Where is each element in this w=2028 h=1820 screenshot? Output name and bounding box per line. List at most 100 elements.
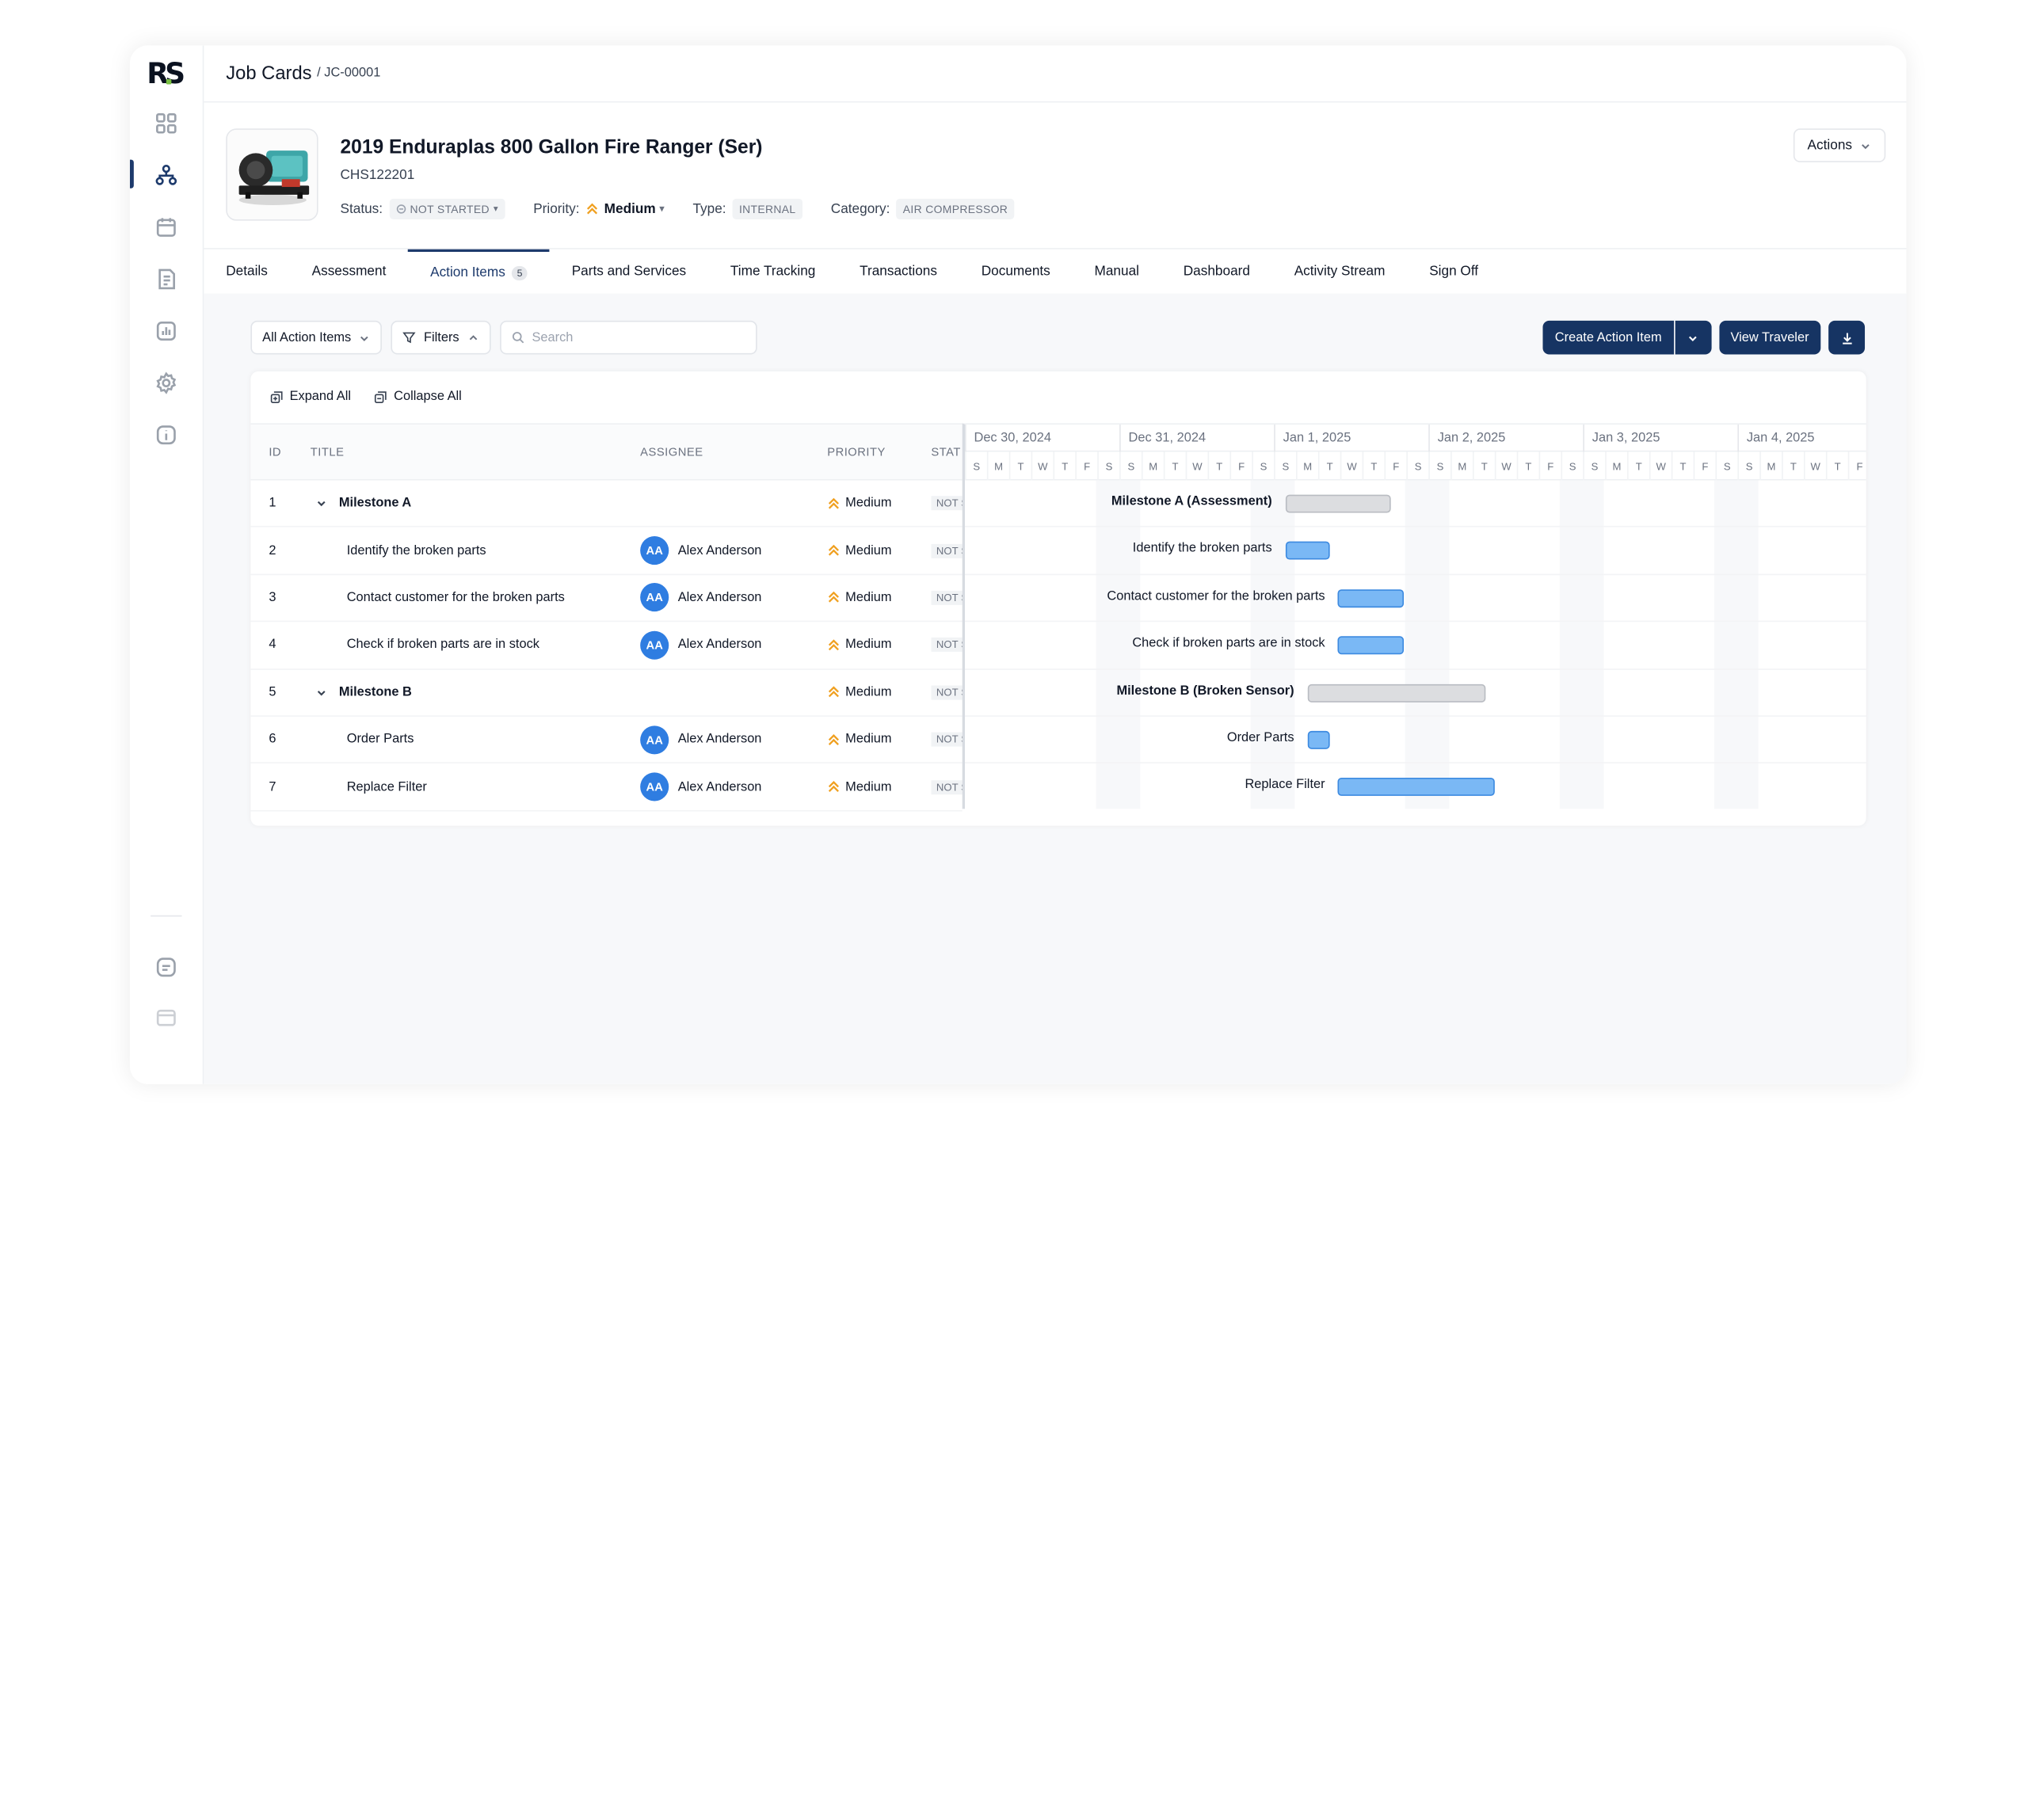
gantt-day-label: T xyxy=(1008,451,1031,481)
create-options-button[interactable] xyxy=(1675,320,1711,355)
calendar-icon[interactable] xyxy=(152,213,181,242)
asset-image xyxy=(226,128,318,221)
task-bar[interactable] xyxy=(1285,542,1329,561)
col-header-priority[interactable]: PRIORITY xyxy=(827,445,931,458)
tab-dashboard[interactable]: Dashboard xyxy=(1161,249,1272,294)
view-traveler-button[interactable]: View Traveler xyxy=(1718,320,1821,355)
document-icon[interactable] xyxy=(152,265,181,293)
avatar[interactable]: AA xyxy=(640,772,669,801)
breadcrumb: Job Cards / JC-00001 xyxy=(204,45,1907,103)
type-label: Type: xyxy=(692,201,726,217)
gantt-day-label: F xyxy=(1229,451,1252,481)
milestone-row[interactable]: 5 Milestone B Medium NOT STARTED xyxy=(250,669,963,717)
gantt-day-label: W xyxy=(1340,451,1363,481)
priority-dropdown[interactable]: Medium ▾ xyxy=(586,201,664,217)
status-badge[interactable]: NOT STARTED ▾ xyxy=(389,198,505,220)
table-row[interactable]: 2 Identify the broken parts AA Alex Anderso… xyxy=(250,527,963,575)
gantt-day-label: S xyxy=(1737,451,1759,481)
gantt-day-label: T xyxy=(1317,451,1340,481)
tab-transactions[interactable]: Transactions xyxy=(837,249,959,294)
col-header-assignee[interactable]: ASSIGNEE xyxy=(640,445,827,458)
task-bar[interactable] xyxy=(1306,730,1329,749)
tab-assessment[interactable]: Assessment xyxy=(290,249,408,294)
tab-activity-stream[interactable]: Activity Stream xyxy=(1272,249,1408,294)
filters-button[interactable]: Filters xyxy=(391,320,490,355)
chevron-down-icon[interactable] xyxy=(311,687,331,699)
task-bar[interactable] xyxy=(1337,636,1405,655)
tab-parts-and-services[interactable]: Parts and Services xyxy=(550,249,708,294)
title-text[interactable]: Replace Filter xyxy=(347,779,427,794)
expand-all-label: Expand All xyxy=(289,389,352,404)
actions-dropdown[interactable]: Actions xyxy=(1793,128,1886,162)
filters-label: Filters xyxy=(424,330,459,345)
chevron-down-icon[interactable] xyxy=(311,497,331,509)
gantt-day-label: T xyxy=(1516,451,1539,481)
priority-text: Medium xyxy=(845,779,892,794)
settings-gear-icon[interactable] xyxy=(152,369,181,398)
gantt-row: Milestone A (Assessment) xyxy=(964,481,1866,528)
task-bar[interactable] xyxy=(1337,778,1495,797)
tab-documents[interactable]: Documents xyxy=(959,249,1073,294)
chevron-down-icon xyxy=(1862,143,1870,149)
tab-label: Action Items xyxy=(430,265,505,281)
title-text[interactable]: Milestone B xyxy=(339,685,412,699)
title-text[interactable]: Identify the broken parts xyxy=(347,543,486,558)
view-select[interactable]: All Action Items xyxy=(250,320,383,355)
priority-text: Medium xyxy=(845,543,892,558)
sidebar-active-indicator xyxy=(129,159,134,188)
table-row[interactable]: 7 Replace Filter AA Alex Anderson Medium NOT … xyxy=(250,763,963,812)
tab-time-tracking[interactable]: Time Tracking xyxy=(708,249,837,294)
action-items-panel: Expand All Collapse All ID TITLE ASSIGNE… xyxy=(250,371,1866,826)
download-button[interactable] xyxy=(1828,320,1866,355)
cell-assignee: AA Alex Anderson xyxy=(640,630,827,660)
sidebar-divider xyxy=(151,915,182,917)
avatar[interactable]: AA xyxy=(640,536,669,565)
expand-icon xyxy=(270,390,283,403)
priority-text: Medium xyxy=(845,496,892,511)
milestone-bar[interactable] xyxy=(1306,683,1486,702)
title-text[interactable]: Check if broken parts are in stock xyxy=(347,638,539,652)
collapse-all-button[interactable]: Collapse All xyxy=(375,390,462,404)
gantt-day-label: S xyxy=(1274,451,1296,481)
col-header-title[interactable]: TITLE xyxy=(311,445,640,458)
create-action-item-button[interactable]: Create Action Item xyxy=(1543,320,1674,355)
cell-assignee: AA Alex Anderson xyxy=(640,536,827,565)
support-chat-icon[interactable] xyxy=(152,953,181,981)
task-bar[interactable] xyxy=(1337,588,1405,607)
avatar[interactable]: AA xyxy=(640,583,669,612)
gantt-day-label: M xyxy=(1141,451,1164,481)
table-row[interactable]: 3 Contact customer for the broken parts AA… xyxy=(250,575,963,623)
title-text[interactable]: Contact customer for the broken parts xyxy=(347,591,565,605)
expand-all-button[interactable]: Expand All xyxy=(270,390,351,404)
tab-details[interactable]: Details xyxy=(204,249,289,294)
tab-label: Sign Off xyxy=(1429,263,1479,280)
tab-sign-off[interactable]: Sign Off xyxy=(1407,249,1500,294)
milestone-row[interactable]: 1 Milestone A Medium NOT STARTED xyxy=(250,481,963,528)
tab-manual[interactable]: Manual xyxy=(1073,249,1161,294)
gantt-bar-label: Contact customer for the broken parts xyxy=(1107,588,1325,603)
gantt-date-label: Jan 2, 2025 xyxy=(1428,425,1583,452)
avatar[interactable]: AA xyxy=(640,630,669,660)
title-text[interactable]: Milestone A xyxy=(339,497,411,511)
col-header-status[interactable]: STAT xyxy=(931,445,962,458)
page-title[interactable]: Job Cards xyxy=(226,63,311,84)
tab-action-items[interactable]: Action Items 5 xyxy=(408,248,550,295)
table-row[interactable]: 6 Order Parts AA Alex Anderson Medium NOT STA… xyxy=(250,717,963,764)
cell-title: Contact customer for the broken parts xyxy=(311,591,640,605)
gantt-day-label: T xyxy=(1671,451,1694,481)
tab-count-badge: 5 xyxy=(512,265,528,280)
report-chart-icon[interactable] xyxy=(152,317,181,345)
avatar[interactable]: AA xyxy=(640,725,669,754)
message-icon[interactable] xyxy=(152,1003,181,1032)
table-row[interactable]: 4 Check if broken parts are in stock AA Ale… xyxy=(250,623,963,670)
hierarchy-icon[interactable] xyxy=(152,161,181,189)
dashboard-grid-icon[interactable] xyxy=(152,109,181,138)
search-input[interactable]: Search xyxy=(499,320,757,355)
download-icon xyxy=(1842,332,1851,344)
asset-header: 2019 Enduraplas 800 Gallon Fire Ranger (… xyxy=(204,103,1906,249)
title-text[interactable]: Order Parts xyxy=(347,733,414,747)
col-header-id[interactable]: ID xyxy=(250,445,310,458)
info-icon[interactable] xyxy=(152,421,181,449)
milestone-bar[interactable] xyxy=(1285,494,1391,513)
gantt-day-header: SMTWTFSSMTWTFSSMTWTFSSMTWTFSSMTWTFSSMTWT… xyxy=(964,451,1866,481)
